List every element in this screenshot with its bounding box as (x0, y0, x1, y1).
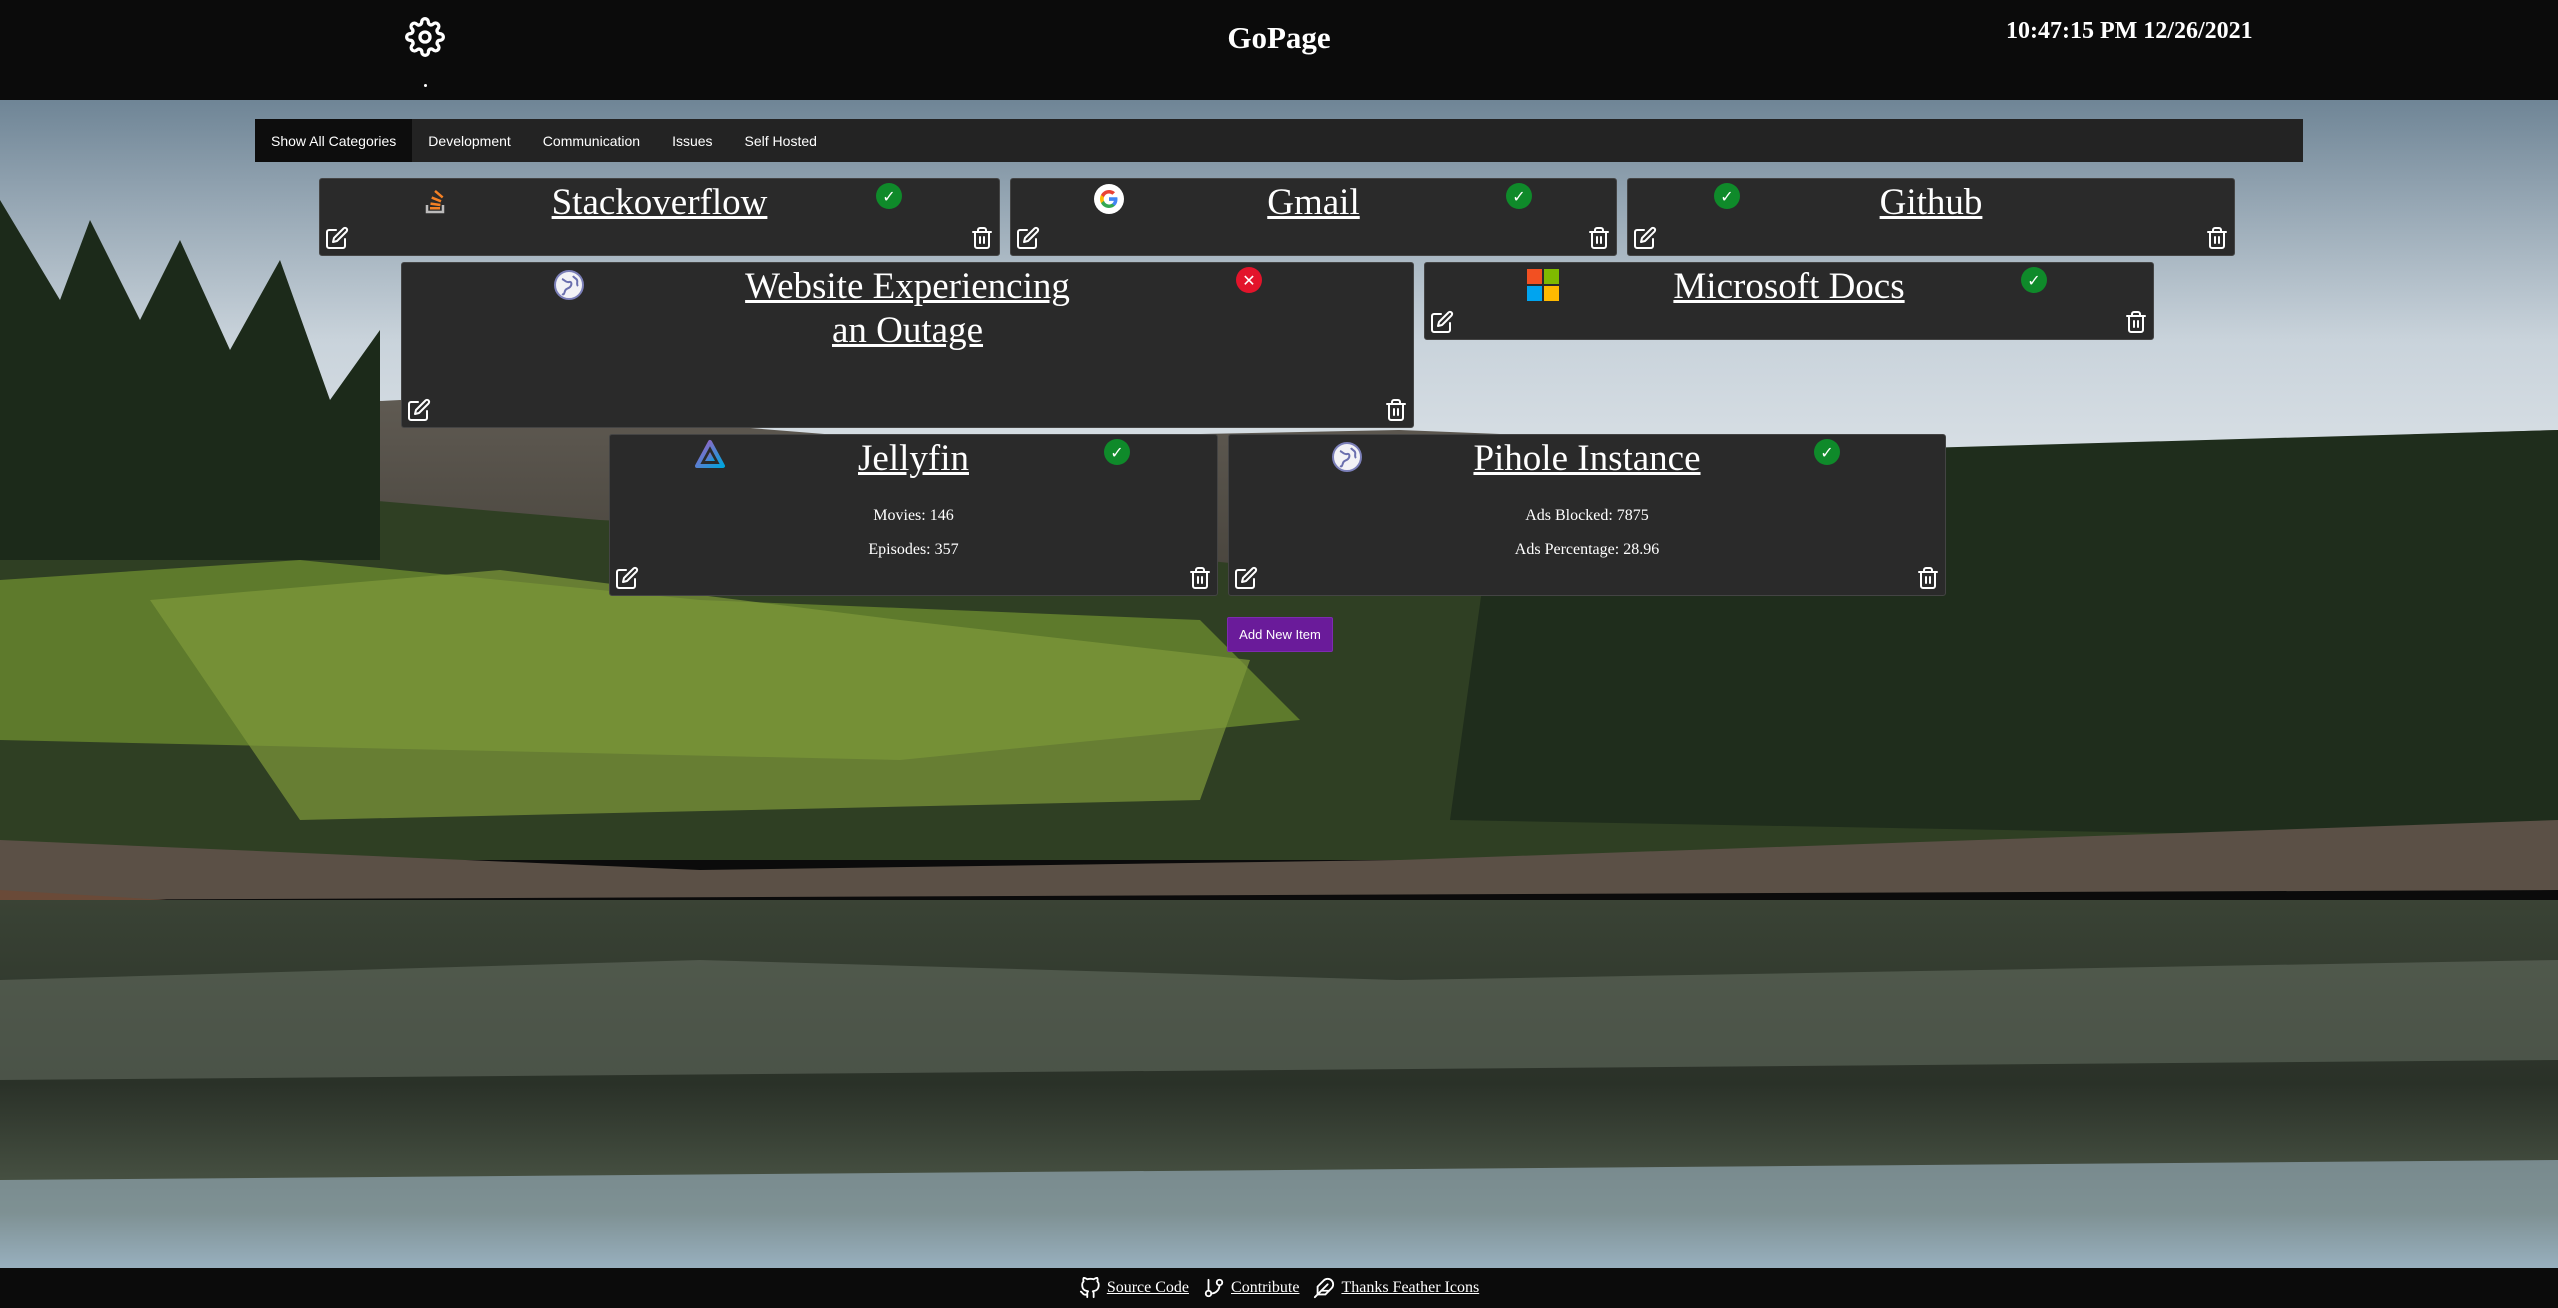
contribute-link[interactable]: Contribute (1203, 1277, 1299, 1299)
feather-icons-link[interactable]: Thanks Feather Icons (1313, 1277, 1479, 1299)
edit-icon[interactable] (1016, 226, 1040, 250)
footer: Source Code Contribute Thanks Feather Ic… (0, 1268, 2558, 1308)
trash-icon[interactable] (1384, 398, 1408, 422)
status-up-icon: ✓ (1714, 183, 1740, 209)
card-website-outage: Website Experiencing an Outage ✕ (401, 262, 1414, 428)
trash-icon[interactable] (970, 226, 994, 250)
top-bar: GoPage 10:47:15 PM 12/26/2021 (0, 0, 2558, 100)
trash-icon[interactable] (2124, 310, 2148, 334)
globe-icon (553, 269, 585, 301)
edit-icon[interactable] (325, 226, 349, 250)
trash-icon[interactable] (2205, 226, 2229, 250)
stat-ads-blocked: Ads Blocked: 7875 (1525, 507, 1649, 524)
category-tabs: Show All Categories Development Communic… (255, 119, 2303, 162)
feather-icons-label: Thanks Feather Icons (1341, 1279, 1480, 1296)
source-code-label: Source Code (1106, 1279, 1190, 1296)
tab-self-hosted[interactable]: Self Hosted (729, 119, 833, 162)
add-new-item-button[interactable]: Add New Item (1227, 617, 1333, 652)
status-up-icon: ✓ (876, 183, 902, 209)
status-up-icon: ✓ (2021, 267, 2047, 293)
stat-ads-percentage: Ads Percentage: 28.96 (1514, 541, 1660, 558)
card-jellyfin: Jellyfin ✓ Movies: 146 Episodes: 357 (609, 434, 1218, 596)
card-github: Github ✓ (1627, 178, 2235, 256)
status-up-icon: ✓ (1814, 439, 1840, 465)
status-down-icon: ✕ (1236, 267, 1262, 293)
trash-icon[interactable] (1188, 566, 1212, 590)
edit-icon[interactable] (1234, 566, 1258, 590)
edit-icon[interactable] (407, 398, 431, 422)
card-microsoft-docs: Microsoft Docs ✓ (1424, 262, 2154, 340)
edit-icon[interactable] (1430, 310, 1454, 334)
contribute-label: Contribute (1231, 1279, 1300, 1296)
tab-show-all-categories[interactable]: Show All Categories (255, 119, 413, 162)
trash-icon[interactable] (1916, 566, 1940, 590)
feather-icon (1314, 1277, 1335, 1299)
stat-episodes: Episodes: 357 (868, 541, 959, 558)
settings-indicator (424, 84, 427, 87)
clock: 10:47:15 PM 12/26/2021 (2006, 18, 2253, 44)
card-pihole: Pihole Instance ✓ Ads Blocked: 7875 Ads … (1228, 434, 1946, 596)
tab-communication[interactable]: Communication (527, 119, 656, 162)
stat-movies: Movies: 146 (873, 507, 954, 524)
status-up-icon: ✓ (1104, 439, 1130, 465)
trash-icon[interactable] (1587, 226, 1611, 250)
status-up-icon: ✓ (1506, 183, 1532, 209)
source-code-link[interactable]: Source Code (1079, 1277, 1189, 1299)
card-title-link[interactable]: Website Experiencing an Outage (743, 265, 1073, 353)
edit-icon[interactable] (1633, 226, 1657, 250)
edit-icon[interactable] (615, 566, 639, 590)
tab-issues[interactable]: Issues (656, 119, 728, 162)
card-stackoverflow: Stackoverflow ✓ (319, 178, 1000, 256)
tab-development[interactable]: Development (412, 119, 527, 162)
card-gmail: Gmail ✓ (1010, 178, 1617, 256)
github-icon (1079, 1277, 1100, 1299)
git-branch-icon (1204, 1278, 1224, 1298)
